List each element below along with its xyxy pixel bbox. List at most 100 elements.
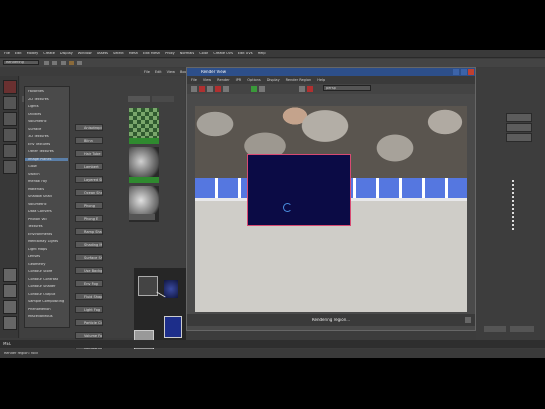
hypershade-menu-item[interactable]: Edit — [155, 70, 162, 74]
render-region-box[interactable] — [247, 154, 351, 226]
render-view-menu-item[interactable]: IPR — [236, 78, 242, 82]
camera-selector[interactable]: persp — [323, 85, 371, 91]
tree-item[interactable]: Contour Store — [28, 270, 68, 274]
tab-textures[interactable] — [152, 96, 174, 102]
tree-item[interactable]: Miscellaneous — [28, 315, 68, 319]
render-view-menu-item[interactable]: File — [191, 78, 197, 82]
maximize-icon[interactable] — [461, 69, 467, 75]
menubar-item[interactable]: Window — [78, 52, 92, 56]
refresh-ipr-icon[interactable] — [223, 86, 229, 92]
tree-item[interactable]: 2D Textures — [28, 98, 68, 102]
tree-item[interactable]: Photon Vol — [28, 218, 68, 222]
tree-item[interactable]: Contour Shader — [28, 285, 68, 289]
tab-materials[interactable] — [128, 96, 150, 102]
tree-item[interactable]: Light Maps — [28, 248, 68, 252]
layout-single-icon[interactable] — [3, 268, 17, 282]
snapshot-icon[interactable] — [207, 86, 213, 92]
create-node-button[interactable]: Lambert — [75, 163, 103, 170]
menubar-item[interactable]: Modify — [27, 52, 39, 56]
remove-image-icon[interactable] — [307, 86, 313, 92]
menubar-item[interactable]: Help — [258, 52, 266, 56]
tree-item[interactable]: Lenses — [28, 255, 68, 259]
mode-selector[interactable]: Rendering — [3, 60, 39, 65]
menubar-item[interactable]: File — [4, 52, 10, 56]
copy-tab-button[interactable] — [510, 326, 534, 332]
menubar-item[interactable]: Normals — [180, 52, 195, 56]
tree-item[interactable]: Volumetric — [28, 120, 68, 124]
lasso-tool-icon[interactable] — [3, 96, 17, 110]
keep-image-icon[interactable] — [299, 86, 305, 92]
menubar-item[interactable]: Edit — [15, 52, 22, 56]
tree-item[interactable]: Switch — [28, 173, 68, 177]
create-node-button[interactable]: Blinn — [75, 137, 103, 144]
presets-button[interactable] — [506, 123, 532, 132]
tree-item[interactable]: Sample Compositing — [28, 300, 68, 304]
tree-item[interactable]: PhenoMenon — [28, 308, 68, 312]
layout-four-icon[interactable] — [3, 284, 17, 298]
menubar-item[interactable]: Create — [43, 52, 55, 56]
tree-item[interactable]: 3D Textures — [28, 135, 68, 139]
render-view-menu-item[interactable]: View — [203, 78, 211, 82]
tree-item[interactable]: Contour Contrast — [28, 278, 68, 282]
tree-item[interactable]: Shadow Shad — [28, 195, 68, 199]
tree-item[interactable]: Materials — [28, 188, 68, 192]
tree-item[interactable]: Volumetric — [28, 203, 68, 207]
tree-item[interactable]: Utilities — [28, 113, 68, 117]
alpha-channel-icon[interactable] — [259, 86, 265, 92]
tree-item[interactable]: Environments — [28, 233, 68, 237]
menubar-item[interactable]: Assets — [97, 52, 108, 56]
render-view-menu-item[interactable]: Display — [267, 78, 280, 82]
render-region-icon[interactable] — [199, 86, 205, 92]
create-node-button[interactable]: Ramp Shader — [75, 228, 103, 235]
create-node-button[interactable]: Light Fog — [75, 306, 103, 313]
tree-item[interactable]: Other Textures — [28, 150, 68, 154]
create-node-button[interactable]: Anisotropic — [75, 124, 103, 131]
focus-button[interactable] — [506, 113, 532, 122]
layout-split-icon[interactable] — [3, 300, 17, 314]
select-button[interactable] — [484, 326, 506, 332]
menubar-item[interactable]: Edit Mesh — [143, 52, 160, 56]
hypershade-menu-item[interactable]: File — [144, 70, 150, 74]
tree-item[interactable]: mental ray — [28, 180, 68, 184]
render-view-menu-item[interactable]: Render Region — [286, 78, 312, 82]
create-node-button[interactable]: Surface Shader — [75, 254, 103, 261]
move-tool-icon[interactable] — [3, 112, 17, 126]
create-node-button[interactable]: Layered Shader — [75, 176, 103, 183]
menubar-item[interactable]: Select — [113, 52, 124, 56]
render-view-menu-item[interactable]: Render — [217, 78, 229, 82]
shading-node[interactable] — [138, 276, 158, 296]
menubar-item[interactable]: Create UVs — [213, 52, 233, 56]
create-node-button[interactable]: Use Background — [75, 267, 103, 274]
tree-item[interactable]: Glow — [28, 165, 68, 169]
resize-grip-icon[interactable] — [465, 317, 471, 323]
select-tool-icon[interactable] — [3, 80, 17, 94]
render-view-titlebar[interactable]: Render View — [187, 68, 475, 76]
tree-item[interactable]: Geometry — [28, 263, 68, 267]
menubar-item[interactable]: Display — [60, 52, 73, 56]
ipr-render-icon[interactable] — [215, 86, 221, 92]
material-node[interactable] — [164, 280, 178, 298]
create-node-button[interactable]: Fluid Shape — [75, 293, 103, 300]
minimize-icon[interactable] — [453, 69, 459, 75]
create-node-button[interactable]: Volume Fog — [75, 332, 103, 339]
menubar-item[interactable]: Edit UVs — [238, 52, 253, 56]
close-icon[interactable] — [468, 69, 474, 75]
tree-item[interactable]: MentalRay Lights — [28, 240, 68, 244]
menubar-item[interactable]: Color — [199, 52, 208, 56]
scale-tool-icon[interactable] — [3, 144, 17, 158]
hypershade-work-area[interactable] — [134, 268, 186, 354]
tree-item[interactable]: Surface — [28, 128, 68, 132]
tree-item[interactable]: Favorites — [28, 90, 68, 94]
texture-node[interactable] — [164, 316, 182, 338]
tree-item[interactable]: Image Planes — [25, 157, 68, 161]
layout-outliner-icon[interactable] — [3, 316, 17, 330]
render-view-image[interactable] — [195, 106, 467, 312]
manipulator-tool-icon[interactable] — [3, 160, 17, 174]
tree-item[interactable]: Textures — [28, 225, 68, 229]
redo-render-icon[interactable] — [191, 86, 197, 92]
create-node-button[interactable]: Ocean Shader — [75, 189, 103, 196]
render-view-menu-item[interactable]: Options — [247, 78, 261, 82]
create-node-button[interactable]: Phong E — [75, 215, 103, 222]
hypershade-menu-item[interactable]: View — [167, 70, 175, 74]
create-node-button[interactable]: Shading Map — [75, 241, 103, 248]
